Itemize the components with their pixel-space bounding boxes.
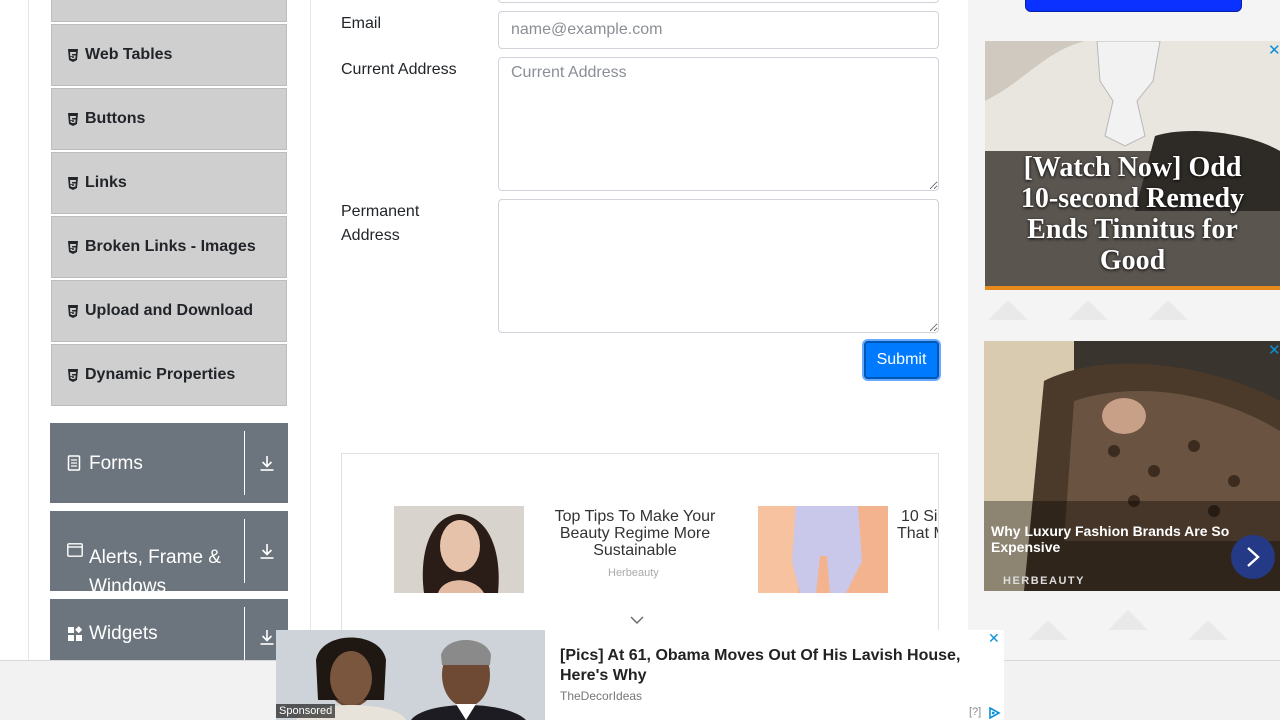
menu-item-label: Broken Links - Images <box>85 238 256 255</box>
bottom-ad-banner[interactable]: Sponsored [Pics] At 61, Obama Moves Out … <box>276 630 1004 720</box>
menu-item-label: Buttons <box>85 110 146 127</box>
ad-card-title-line: M <box>877 542 938 559</box>
html5-icon <box>67 368 79 382</box>
permanent-address-label-line-1: Permanent <box>341 203 420 220</box>
ad-headline-line: Why Luxury Fashion Brands Are So <box>991 523 1230 539</box>
chevron-right-icon[interactable] <box>1231 535 1275 579</box>
ad-headline-line: Good <box>1099 245 1166 276</box>
download-icon[interactable] <box>245 423 288 503</box>
menu-item-broken-links[interactable]: Broken Links - Images <box>51 216 287 278</box>
menu-item-label: Upload and Download <box>85 302 253 319</box>
permanent-address-label-line-2: Address <box>341 227 400 244</box>
window-icon <box>67 543 83 559</box>
left-panel: Web Tables Buttons Links Broken Links - … <box>28 0 311 720</box>
html5-icon <box>67 176 79 190</box>
group-label: Widgets <box>89 623 158 644</box>
group-label-line-1: Alerts, Frame & <box>89 547 221 568</box>
html5-icon <box>67 48 79 62</box>
ad-luxury-fashion[interactable]: Why Luxury Fashion Brands Are So Expensi… <box>984 341 1280 591</box>
group-label-line-2: Windows <box>89 576 167 597</box>
menu-item-dynamic-properties[interactable]: Dynamic Properties <box>51 344 287 406</box>
ad-headline-line: Expensive <box>991 539 1061 555</box>
ad-source: HERBEAUTY <box>1003 575 1085 587</box>
ad-tinnitus[interactable]: [Watch Now] Odd 10-second Remedy Ends Ti… <box>985 41 1280 290</box>
current-address-label: Current Address <box>341 61 457 78</box>
menu-item-label: Web Tables <box>85 46 173 63</box>
menu-item-text-box-prev[interactable] <box>51 0 287 22</box>
ad-card-source: Herbeauty <box>608 567 659 579</box>
close-icon[interactable]: ✕ <box>1268 341 1280 359</box>
group-label-wrap: Alerts, Frame & Windows <box>89 543 221 601</box>
ad-card-image-woman[interactable] <box>394 506 524 593</box>
close-icon[interactable]: ✕ <box>1268 41 1280 59</box>
ad-card-title-line: That Mac <box>897 525 938 542</box>
close-icon[interactable]: ✕ <box>988 630 1000 647</box>
email-label: Email <box>341 15 382 32</box>
document-icon <box>67 455 83 471</box>
group-label: Forms <box>89 452 143 474</box>
html5-icon <box>67 304 79 318</box>
ad-card-title[interactable]: 10 Simp That Mac M <box>877 508 938 559</box>
permanent-address-label: Permanent Address <box>341 200 419 248</box>
ad-headline-line: [Watch Now] Odd <box>1023 152 1242 183</box>
sponsored-label: Sponsored <box>276 704 336 718</box>
ad-card-title-line: 10 Simp <box>901 508 938 525</box>
adchoices-icon[interactable] <box>988 706 1002 720</box>
group-forms[interactable]: Forms <box>50 423 288 503</box>
menu-item-label: Dynamic Properties <box>85 366 236 383</box>
menu-item-links[interactable]: Links <box>51 152 287 214</box>
ad-card-title-line: Sustainable <box>593 542 677 559</box>
previous-input-field[interactable] <box>498 0 939 3</box>
ad-card-title[interactable]: Top Tips To Make Your Beauty Regime More… <box>535 508 735 559</box>
menu-item-upload-download[interactable]: Upload and Download <box>51 280 287 342</box>
submit-button[interactable]: Submit <box>864 341 939 379</box>
ad-card-title-line: Top Tips To Make Your <box>554 508 716 525</box>
ad-headline[interactable]: Why Luxury Fashion Brands Are So Expensi… <box>991 523 1241 555</box>
ad-headline-line: Here's Why <box>560 667 647 684</box>
permanent-address-field[interactable] <box>498 199 939 333</box>
ad-source: TheDecorIdeas <box>560 689 643 703</box>
ad-headline[interactable]: [Pics] At 61, Obama Moves Out Of His Lav… <box>560 646 980 686</box>
group-alerts-frame-windows[interactable]: Alerts, Frame & Windows <box>50 511 288 597</box>
current-address-field[interactable] <box>498 57 939 191</box>
widgets-icon <box>67 625 83 642</box>
ad-card-title-line: Beauty Regime More <box>559 525 711 542</box>
ad-headline-line: [Pics] At 61, Obama Moves Out Of His Lav… <box>560 647 961 664</box>
ad-help-link[interactable]: [?] <box>969 706 981 718</box>
chevron-down-icon[interactable] <box>630 612 644 630</box>
menu-item-buttons[interactable]: Buttons <box>51 88 287 150</box>
ad-headline[interactable]: [Watch Now] Odd 10-second Remedy Ends Ti… <box>985 152 1280 276</box>
menu-item-web-tables[interactable]: Web Tables <box>51 24 287 86</box>
ad-top-button[interactable] <box>1025 0 1242 12</box>
download-icon[interactable] <box>245 511 288 591</box>
email-field[interactable] <box>498 11 939 49</box>
ad-headline-line: Ends Tinnitus for <box>1027 214 1238 245</box>
ad-card-image-shorts[interactable] <box>758 506 888 593</box>
ad-headline-line: 10-second Remedy <box>1020 183 1245 214</box>
menu-item-label: Links <box>85 174 127 191</box>
group-widgets[interactable]: Widgets <box>50 599 288 660</box>
html5-icon <box>67 240 79 254</box>
html5-icon <box>67 112 79 126</box>
